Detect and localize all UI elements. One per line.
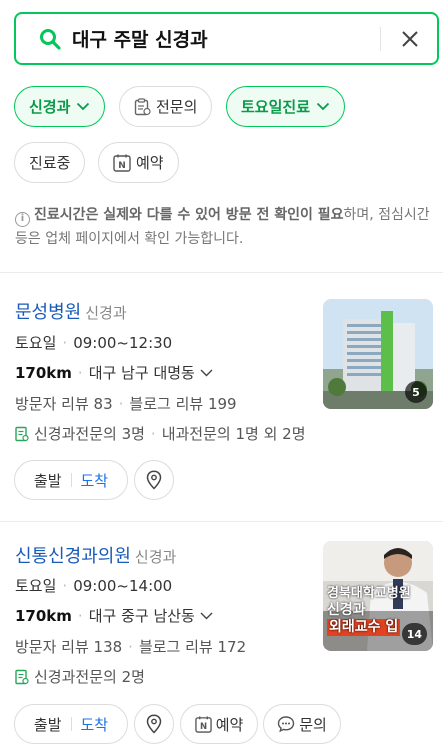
filter-specialist[interactable]: 전문의 [119, 86, 213, 127]
chevron-down-icon [76, 102, 90, 111]
info-icon: i [15, 211, 30, 227]
filter-specialist-label: 전문의 [156, 98, 198, 116]
place-name[interactable]: 문성병원 [15, 302, 81, 323]
map-pin-button[interactable] [134, 460, 174, 500]
reserve-label: 예약 [215, 715, 244, 734]
search-icon [38, 27, 62, 51]
filter-reservation[interactable]: N 예약 [98, 142, 179, 183]
result-title[interactable]: 신통신경과의원 신경과 [15, 542, 176, 568]
close-icon [402, 30, 418, 47]
svg-text:N: N [200, 722, 207, 732]
visitor-review: 방문자 리뷰 138 [15, 638, 123, 656]
map-pin-icon [146, 470, 162, 490]
hours-line: 토요일 · 09:00~14:00 [15, 576, 173, 596]
hours-time: 09:00~14:00 [73, 576, 173, 595]
place-category: 신경과 [85, 304, 127, 322]
address: 대구 중구 남산동 [88, 607, 195, 625]
doctor-icon [15, 426, 29, 442]
distance: 170km [15, 363, 72, 382]
svg-text:N: N [118, 161, 126, 171]
search-divider [380, 26, 381, 51]
naver-reserve-icon: N [113, 154, 131, 172]
chevron-down-icon[interactable] [200, 612, 213, 620]
depart-label[interactable]: 출발 [34, 714, 62, 735]
filter-neurology-label: 신경과 [29, 98, 71, 116]
hours-line: 토요일 · 09:00~12:30 [15, 333, 173, 353]
address: 대구 남구 대명동 [88, 364, 195, 382]
review-line: 방문자 리뷰 83 · 블로그 리뷰 199 [15, 394, 237, 414]
specialists-extra: 내과전문의 1명 외 2명 [161, 425, 306, 443]
hours-day: 토요일 [15, 577, 57, 595]
arrive-label[interactable]: 도착 [81, 714, 109, 735]
chevron-down-icon[interactable] [200, 369, 213, 377]
clear-button[interactable] [391, 20, 429, 58]
map-pin-button[interactable] [134, 704, 174, 744]
specialist-line: 신경과전문의 3명 · 내과전문의 1명 외 2명 [15, 423, 306, 444]
blog-review: 블로그 리뷰 172 [138, 638, 247, 656]
hours-notice: i 진료시간은 실제와 다를 수 있어 방문 전 확인이 필요하며, 점심시간 등… [15, 203, 435, 251]
section-divider [0, 272, 443, 273]
notice-bold: 진료시간은 실제와 다를 수 있어 방문 전 확인이 필요 [34, 207, 344, 223]
place-name[interactable]: 신통신경과의원 [15, 546, 131, 567]
map-pin-icon [146, 714, 162, 734]
place-category: 신경과 [134, 548, 177, 566]
specialists: 신경과전문의 2명 [34, 668, 145, 686]
caption-line-3: 외래교수 입 [327, 619, 401, 636]
result-title[interactable]: 문성병원 신경과 [15, 298, 127, 324]
photo-count: 5 [405, 381, 427, 403]
address-line[interactable]: 170km · 대구 남구 대명동 [15, 362, 213, 383]
address-line[interactable]: 170km · 대구 중구 남산동 [15, 605, 213, 626]
filter-open-now-label: 진료중 [29, 154, 71, 172]
filter-saturday-label: 토요일진료 [241, 98, 311, 116]
route-button[interactable]: 출발 도착 [14, 704, 128, 744]
inquiry-button[interactable]: 문의 [263, 704, 341, 744]
section-divider [0, 521, 443, 522]
photo-count: 14 [401, 623, 427, 645]
hours-day: 토요일 [15, 334, 57, 352]
filter-saturday[interactable]: 토요일진료 [226, 86, 346, 127]
reserve-button[interactable]: N 예약 [180, 704, 258, 744]
hours-time: 09:00~12:30 [73, 333, 173, 352]
filter-open-now[interactable]: 진료중 [14, 142, 86, 183]
inquiry-label: 문의 [299, 715, 327, 734]
caption-line-2: 신경과 [327, 602, 366, 618]
review-line: 방문자 리뷰 138 · 블로그 리뷰 172 [15, 637, 247, 657]
place-photo[interactable]: 5 [323, 299, 433, 409]
visitor-review: 방문자 리뷰 83 [15, 395, 113, 413]
chevron-down-icon [316, 102, 330, 111]
search-box[interactable]: 대구 주말 신경과 [14, 12, 439, 65]
doctor-icon [15, 669, 29, 685]
caption-line-1: 경북대학교병원 [327, 586, 411, 601]
distance: 170km [15, 606, 72, 625]
specialists: 신경과전문의 3명 [34, 425, 145, 443]
chat-bubble-icon [277, 715, 295, 733]
filter-neurology[interactable]: 신경과 [14, 86, 106, 127]
route-button[interactable]: 출발 도착 [14, 460, 128, 500]
naver-reserve-icon: N [194, 715, 212, 733]
filter-reservation-label: 예약 [136, 154, 164, 172]
depart-label[interactable]: 출발 [34, 470, 62, 491]
place-photo[interactable]: 경북대학교병원 신경과 외래교수 입 14 [323, 541, 433, 651]
specialist-line: 신경과전문의 2명 [15, 666, 145, 687]
search-input[interactable]: 대구 주말 신경과 [72, 25, 380, 52]
blog-review: 블로그 리뷰 199 [129, 395, 237, 413]
arrive-label[interactable]: 도착 [81, 470, 109, 491]
clipboard-icon [134, 97, 151, 116]
